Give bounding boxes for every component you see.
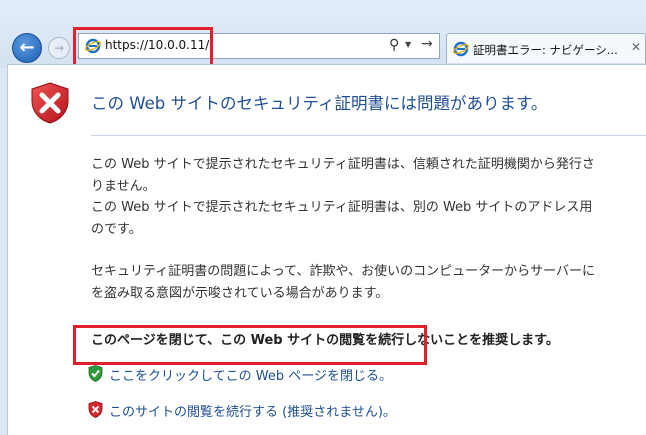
shield-error-icon: [31, 82, 69, 124]
continue-link-highlight-box: [73, 325, 427, 365]
page-content: この Web サイトのセキュリティ証明書には問題があります。 この Web サイ…: [7, 64, 646, 435]
back-arrow-icon: ←: [19, 37, 35, 58]
red-shield-x-icon: [88, 401, 103, 418]
text-line: この Web サイトで提示されたセキュリティ証明書は、別の Web サイトのアド…: [91, 200, 593, 215]
page-title: この Web サイトのセキュリティ証明書には問題があります。: [91, 94, 548, 113]
dropdown-icon[interactable]: ▼: [405, 40, 411, 49]
text-line: を盗み取る意図が示唆されている場合があります。: [91, 285, 389, 301]
continue-link-text[interactable]: このサイトの閲覧を続行する (推奨されません)。: [109, 401, 396, 420]
back-button[interactable]: ←: [12, 33, 42, 63]
tab-label: 証明書エラー: ナビゲーシ...: [473, 43, 618, 57]
address-highlight-box: [73, 27, 213, 68]
forward-arrow-icon: →: [53, 41, 65, 55]
green-shield-check-icon: [88, 365, 103, 382]
forward-button[interactable]: →: [48, 37, 70, 59]
text-line: この Web サイトで提示されたセキュリティ証明書は、信頼された証明機関から発行…: [91, 157, 595, 172]
search-icon[interactable]: ⚲: [389, 37, 399, 53]
text-line: りません。: [91, 178, 156, 194]
ie-icon: [453, 41, 469, 57]
close-icon[interactable]: ✕: [631, 40, 641, 54]
risk-paragraph: セキュリティ証明書の問題によって、詐欺や、お使いのコンピューターからサーバーに …: [91, 261, 646, 304]
close-link-text[interactable]: ここをクリックしてこの Web ページを閉じる。: [109, 365, 392, 384]
go-arrow-icon[interactable]: →: [421, 36, 433, 52]
divider: [91, 135, 646, 136]
tab-certificate-error[interactable]: 証明書エラー: ナビゲーシ... ✕: [446, 33, 646, 63]
warning-paragraph: この Web サイトで提示されたセキュリティ証明書は、信頼された証明機関から発行…: [91, 154, 646, 240]
text-line: セキュリティ証明書の問題によって、詐欺や、お使いのコンピューターからサーバーに: [91, 264, 596, 279]
text-line: のです。: [91, 221, 142, 237]
